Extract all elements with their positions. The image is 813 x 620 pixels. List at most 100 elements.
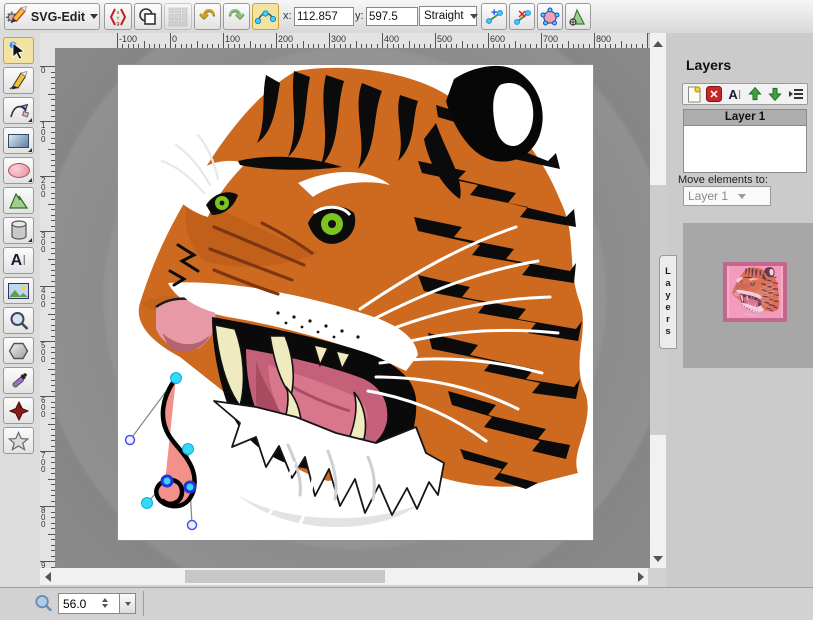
move-elements-select[interactable]: Layer 1	[683, 186, 771, 206]
ruler-label: 6 0 0	[41, 397, 45, 418]
app-title: SVG-Edit	[31, 10, 85, 24]
ruler-label: 3 0 0	[41, 232, 45, 253]
add-node-button[interactable]: +	[481, 3, 507, 30]
rename-layer-icon: AI	[728, 87, 741, 102]
svg-page[interactable]	[118, 65, 593, 540]
ruler-label: 0	[172, 34, 177, 44]
undo-button[interactable]: ↶	[194, 3, 221, 30]
rectangle-icon	[8, 134, 29, 148]
pencil-icon	[8, 70, 29, 91]
control-handle[interactable]	[188, 521, 197, 530]
scroll-up-button[interactable]	[650, 36, 666, 51]
tiger-artwork[interactable]	[139, 66, 588, 531]
polygon-tool-button[interactable]	[3, 337, 34, 364]
layer-list-item[interactable]: Layer 1	[684, 110, 806, 126]
text-tool-button[interactable]: AI	[3, 247, 34, 274]
bezier-line-icon	[8, 100, 29, 121]
path-node[interactable]	[171, 373, 182, 384]
chevron-down-icon	[470, 14, 478, 19]
x-input[interactable]	[294, 7, 354, 26]
select-cursor-icon	[8, 40, 29, 61]
edit-node-icon	[255, 6, 276, 27]
zoom-spinner[interactable]	[100, 595, 110, 611]
artwork-thumbnail[interactable]	[723, 262, 787, 322]
zoom-preset-dropdown[interactable]	[119, 593, 136, 614]
arrow-up-icon	[747, 86, 763, 102]
pencil-tool-button[interactable]	[3, 67, 34, 94]
open-path-icon	[568, 7, 588, 27]
ruler-label: 5 0 0	[41, 342, 45, 363]
rectangle-tool-button[interactable]	[3, 127, 34, 154]
layers-panel-title: Layers	[686, 57, 731, 73]
grid-icon	[168, 7, 188, 27]
scroll-left-button[interactable]	[40, 568, 55, 585]
hexagon-icon	[8, 341, 29, 361]
ruler-label: 8 0 0	[41, 507, 45, 528]
shapes-button[interactable]	[134, 3, 162, 30]
image-icon	[8, 283, 29, 299]
x-label: x:	[283, 10, 292, 22]
select-tool-button[interactable]	[3, 37, 34, 64]
status-bar	[0, 587, 813, 620]
ruler-label: 600	[490, 34, 505, 44]
delete-layer-button[interactable]: ✕	[705, 85, 723, 103]
path-node-selected[interactable]	[162, 476, 172, 486]
zoom-tool-button[interactable]	[3, 307, 34, 334]
svg-text:g: g	[116, 21, 119, 27]
scroll-right-button[interactable]	[633, 568, 648, 585]
ellipse-tool-button[interactable]	[3, 157, 34, 184]
edit-node-tool-button[interactable]	[252, 3, 279, 30]
horizontal-scrollbar-thumb[interactable]	[185, 570, 385, 583]
control-handle[interactable]	[126, 436, 135, 445]
delete-node-button[interactable]: ✕	[509, 3, 535, 30]
eyedropper-icon	[9, 371, 29, 391]
move-layer-up-button[interactable]	[746, 85, 764, 103]
path-node-selected[interactable]	[185, 482, 195, 492]
ruler-label: -100	[119, 34, 137, 44]
star-tool-button[interactable]	[3, 427, 34, 454]
scroll-down-button[interactable]	[650, 551, 666, 567]
top-toolbar: SVG-Edit svg ↶ ↷ x: y: Straight	[0, 0, 813, 34]
chevron-down-icon	[90, 14, 98, 19]
ruler-label: 500	[437, 34, 452, 44]
text-tool-icon: AI	[11, 252, 27, 270]
vertical-ruler: 01 0 02 0 03 0 04 0 05 0 06 0 07 0 08 0 …	[40, 48, 56, 568]
close-path-button[interactable]	[537, 3, 563, 30]
left-toolbar: AI	[0, 33, 40, 587]
line-tool-button[interactable]	[3, 97, 34, 124]
flood-fill-tool-button[interactable]	[3, 397, 34, 424]
add-node-icon: +	[484, 7, 504, 27]
rename-layer-button[interactable]: AI	[726, 85, 744, 103]
path-node[interactable]	[142, 498, 153, 509]
segment-type-select[interactable]: Straight	[419, 6, 477, 26]
svg-text:✕: ✕	[518, 9, 527, 21]
move-layer-down-button[interactable]	[766, 85, 784, 103]
layer-menu-button[interactable]	[787, 85, 805, 103]
grid-button[interactable]	[164, 3, 192, 30]
svg-text:+: +	[491, 7, 497, 19]
canvas-workspace[interactable]	[55, 48, 650, 568]
shape-library-button[interactable]	[3, 217, 34, 244]
ruler-label: 200	[278, 34, 293, 44]
y-input[interactable]	[366, 7, 418, 26]
arrow-down-icon	[767, 86, 783, 102]
main-menu-button[interactable]: SVG-Edit	[4, 3, 100, 30]
new-layer-button[interactable]	[685, 85, 703, 103]
layers-side-tab[interactable]: Layers	[659, 255, 677, 349]
ellipse-icon	[8, 163, 30, 178]
source-code-button[interactable]: svg	[104, 3, 132, 30]
redo-button[interactable]: ↷	[223, 3, 250, 30]
svg-edit-app: SVG-Edit svg ↶ ↷ x: y: Straight	[0, 0, 813, 619]
svg-text:✕: ✕	[710, 89, 719, 101]
layer-list[interactable]: Layer 1	[683, 109, 807, 173]
open-path-button[interactable]	[565, 3, 591, 30]
eyedropper-tool-button[interactable]	[3, 367, 34, 394]
svg-source-icon: svg	[108, 7, 128, 27]
chevron-down-icon	[738, 194, 746, 199]
image-tool-button[interactable]	[3, 277, 34, 304]
delete-layer-icon: ✕	[706, 86, 722, 102]
path-node[interactable]	[183, 444, 194, 455]
y-label: y:	[355, 10, 364, 22]
path-tool-button[interactable]	[3, 187, 34, 214]
ruler-label: 1 0 0	[41, 122, 45, 143]
